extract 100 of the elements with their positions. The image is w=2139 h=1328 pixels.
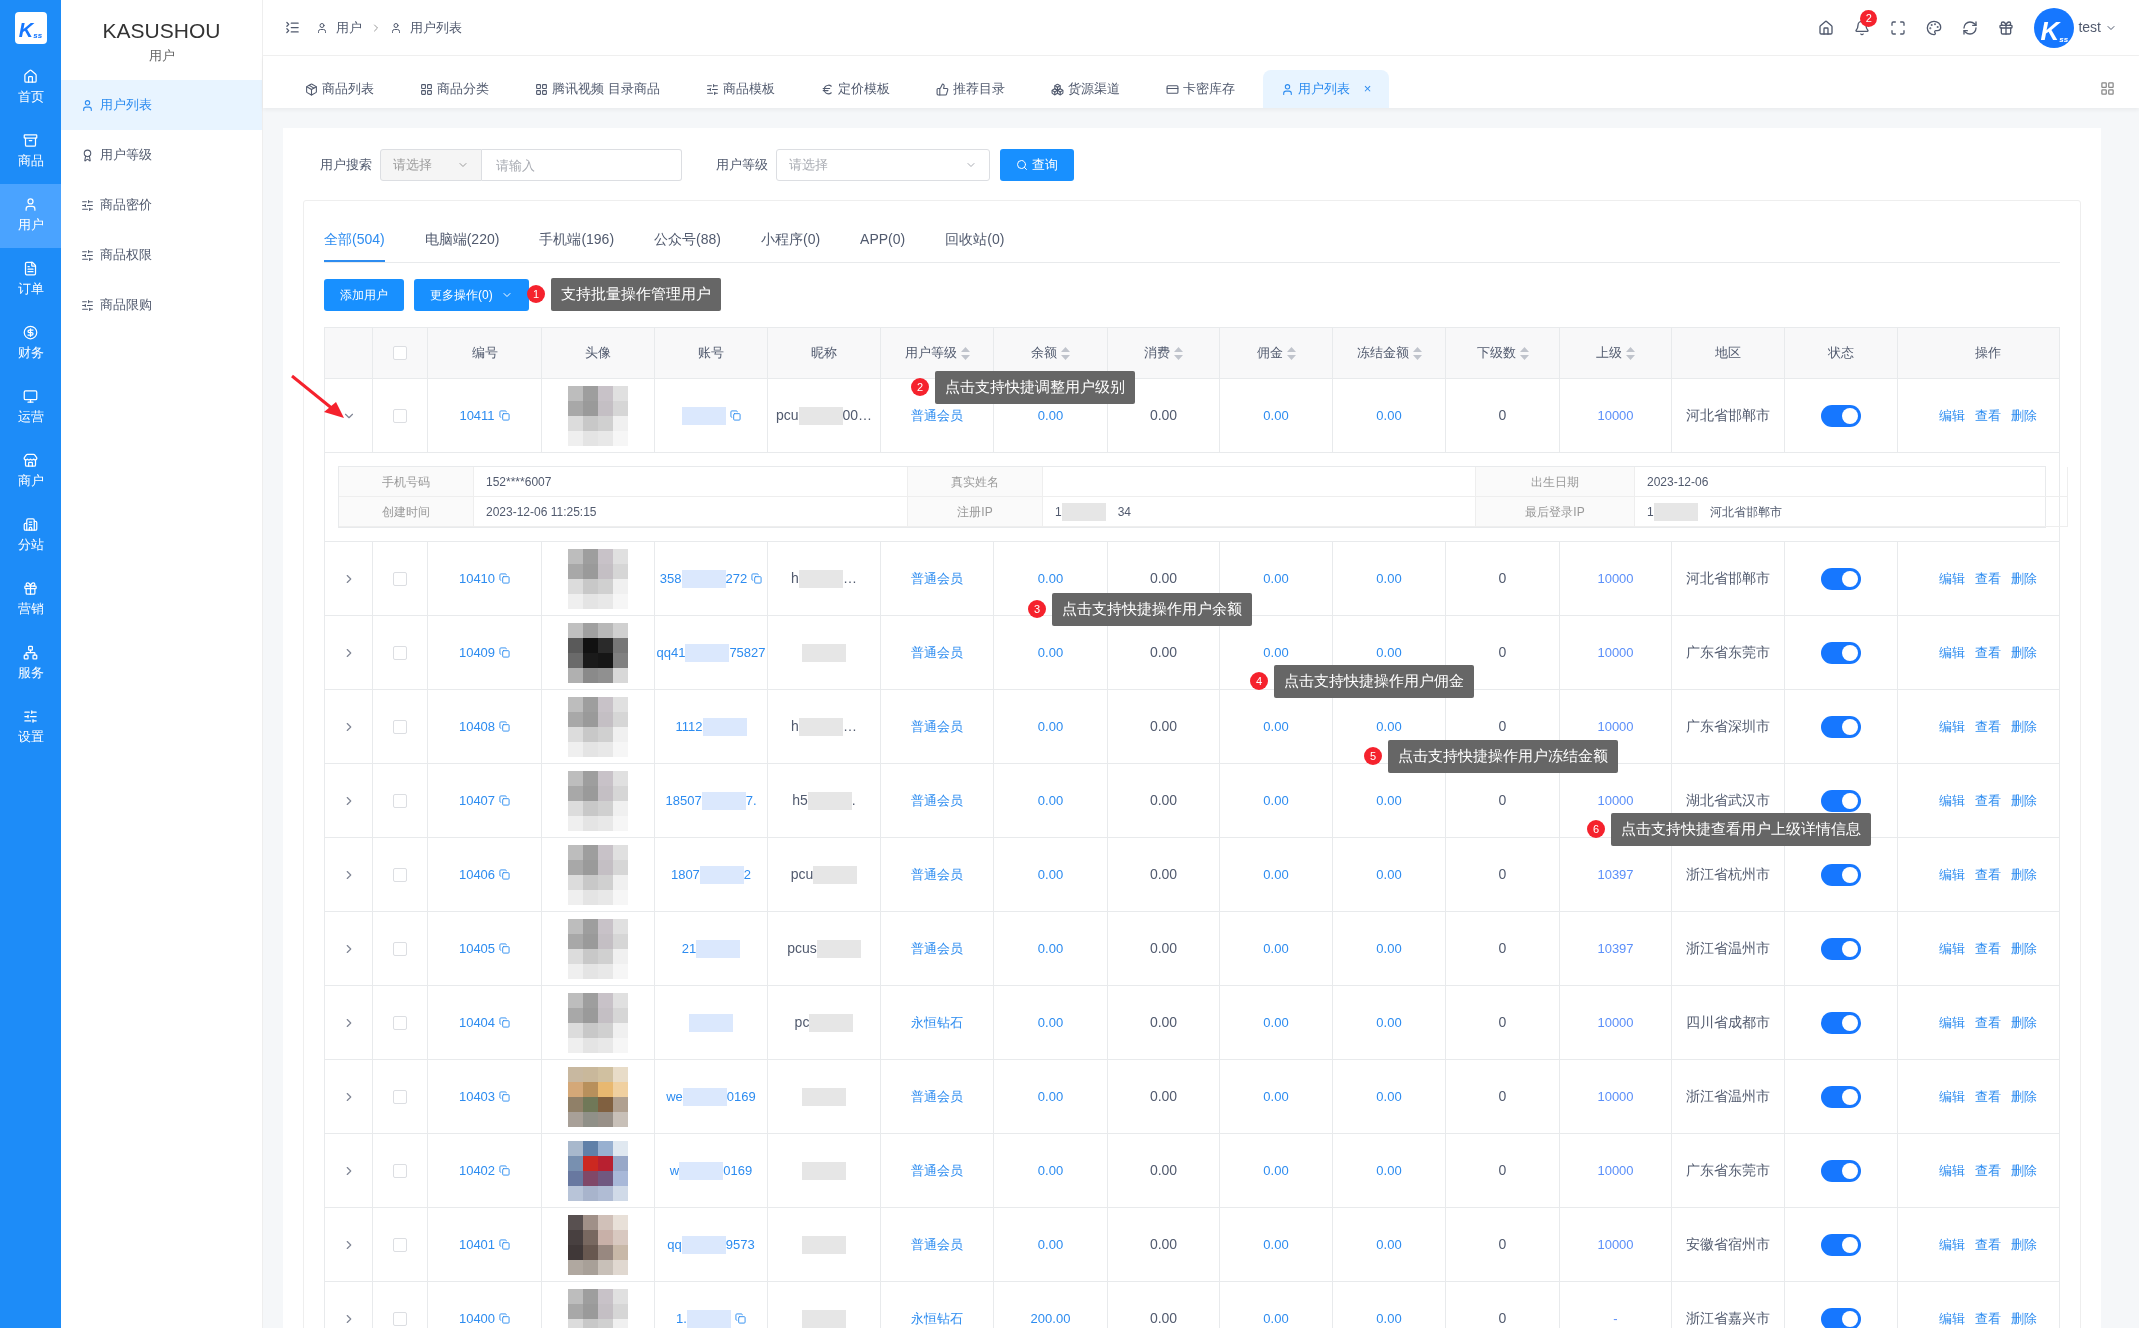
row-action-link[interactable]: 编辑 <box>1939 405 1965 426</box>
commission-link[interactable]: 0.00 <box>1263 405 1289 426</box>
collapse-menu-icon[interactable] <box>285 20 300 35</box>
status-toggle[interactable] <box>1821 567 1861 590</box>
status-toggle[interactable] <box>1821 1233 1861 1256</box>
checkbox[interactable] <box>393 867 407 882</box>
frozen-amount-link[interactable]: 0.00 <box>1376 1160 1402 1181</box>
row-action-link[interactable]: 编辑 <box>1939 1234 1965 1255</box>
commission-link[interactable]: 0.00 <box>1263 1160 1289 1181</box>
rail-item[interactable]: 首页 <box>0 56 61 120</box>
level-link[interactable]: 普通会员 <box>911 1086 963 1107</box>
account-link[interactable]: qq <box>667 1234 682 1255</box>
user-id-link[interactable]: 10402 <box>458 1160 496 1181</box>
rail-item[interactable]: 分站 <box>0 504 61 568</box>
status-toggle[interactable] <box>1821 1307 1861 1328</box>
palette-icon[interactable] <box>1926 19 1943 36</box>
rail-item[interactable]: 财务 <box>0 312 61 376</box>
sort-icon[interactable] <box>1519 346 1529 360</box>
sortable-column-header[interactable]: 下级数 <box>1476 343 1529 363</box>
copy-icon[interactable] <box>498 410 510 421</box>
parent-link[interactable]: 10000 <box>1597 1012 1634 1033</box>
user-id-link[interactable]: 10406 <box>458 864 496 885</box>
parent-link[interactable]: 10000 <box>1597 790 1634 811</box>
parent-link[interactable]: 10000 <box>1597 1086 1634 1107</box>
balance-link[interactable]: 0.00 <box>1037 568 1064 589</box>
level-link[interactable]: 普通会员 <box>911 1160 963 1181</box>
type-select[interactable]: 请选择 <box>380 149 482 181</box>
frozen-amount-link[interactable]: 0.00 <box>1376 1234 1402 1255</box>
copy-icon[interactable] <box>499 943 511 954</box>
account-link[interactable]: 1807 <box>670 864 700 885</box>
row-action-link[interactable]: 编辑 <box>1939 1160 1965 1181</box>
level-link[interactable]: 普通会员 <box>911 716 963 737</box>
parent-link[interactable]: 10000 <box>1597 1234 1634 1255</box>
row-action-link[interactable]: 删除 <box>2011 1086 2037 1107</box>
filter-tab[interactable]: 全部(504) <box>324 229 385 262</box>
status-toggle[interactable] <box>1821 789 1861 812</box>
account-link[interactable]: 2 <box>743 864 752 885</box>
sortable-column-header[interactable]: 冻结金额 <box>1356 343 1422 363</box>
commission-link[interactable]: 0.00 <box>1263 568 1289 589</box>
balance-link[interactable]: 0.00 <box>1037 1160 1064 1181</box>
commission-link[interactable]: 0.00 <box>1263 716 1289 737</box>
balance-link[interactable]: 0.00 <box>1037 716 1064 737</box>
row-action-link[interactable]: 查看 <box>1975 864 2001 885</box>
balance-link[interactable]: 0.00 <box>1037 864 1064 885</box>
row-action-link[interactable]: 删除 <box>2011 864 2037 885</box>
rail-item[interactable]: 商户 <box>0 440 61 504</box>
frozen-amount-link[interactable]: 0.00 <box>1376 716 1402 737</box>
row-action-link[interactable]: 编辑 <box>1939 642 1965 663</box>
page-tab[interactable]: 卡密库存 <box>1147 70 1253 108</box>
account-link[interactable]: 9573 <box>725 1234 755 1255</box>
user-id-link[interactable]: 10408 <box>458 716 496 737</box>
filter-tab[interactable]: 手机端(196) <box>539 229 615 262</box>
user-id-link[interactable]: 10410 <box>458 568 496 589</box>
account-link[interactable]: 1112 <box>675 716 703 737</box>
row-action-link[interactable]: 查看 <box>1975 938 2001 959</box>
balance-link[interactable]: 0.00 <box>1037 1234 1064 1255</box>
frozen-amount-link[interactable]: 0.00 <box>1376 1086 1402 1107</box>
sidebar-item[interactable]: 商品密价 <box>61 180 262 230</box>
balance-link[interactable]: 0.00 <box>1037 1086 1064 1107</box>
tab-close-button[interactable]: × <box>1363 79 1372 99</box>
balance-link[interactable]: 0.00 <box>1037 790 1064 811</box>
row-action-link[interactable]: 编辑 <box>1939 938 1965 959</box>
sort-icon[interactable] <box>1626 346 1635 360</box>
page-tab[interactable]: 商品列表 <box>287 70 392 108</box>
copy-icon[interactable] <box>499 721 511 732</box>
row-action-link[interactable]: 查看 <box>1975 405 2001 426</box>
account-link[interactable]: w <box>669 1160 680 1181</box>
row-action-link[interactable]: 删除 <box>2011 790 2037 811</box>
search-field[interactable]: 请输入 <box>482 149 682 181</box>
row-action-link[interactable]: 查看 <box>1975 1086 2001 1107</box>
copy-icon[interactable] <box>499 573 511 584</box>
sortable-column-header[interactable]: 余额 <box>1031 343 1070 363</box>
row-action-link[interactable]: 查看 <box>1975 1308 2001 1328</box>
row-action-link[interactable]: 编辑 <box>1939 716 1965 737</box>
row-action-link[interactable]: 编辑 <box>1939 568 1965 589</box>
sidebar-item[interactable]: 商品限购 <box>61 280 262 330</box>
sort-icon[interactable] <box>1286 346 1296 360</box>
row-action-link[interactable]: 查看 <box>1975 716 2001 737</box>
status-toggle[interactable] <box>1821 1159 1861 1182</box>
copy-icon[interactable] <box>499 1017 511 1028</box>
more-actions-button[interactable]: 更多操作(0) <box>414 279 529 311</box>
refresh-icon[interactable] <box>1962 19 1979 36</box>
row-action-link[interactable]: 删除 <box>2011 716 2037 737</box>
copy-icon[interactable] <box>729 410 741 421</box>
rail-item[interactable]: 商品 <box>0 120 61 184</box>
row-action-link[interactable]: 查看 <box>1975 568 2001 589</box>
account-link[interactable]: 0169 <box>723 1160 753 1181</box>
copy-icon[interactable] <box>499 1313 511 1324</box>
commission-link[interactable]: 0.00 <box>1263 1086 1289 1107</box>
row-action-link[interactable]: 编辑 <box>1939 1012 1965 1033</box>
account-link[interactable]: 0169 <box>726 1086 756 1107</box>
page-tab[interactable]: 定价模板 <box>802 70 908 108</box>
breadcrumb-link[interactable]: 用户 <box>336 17 362 38</box>
copy-icon[interactable] <box>734 1313 746 1324</box>
rail-item[interactable]: 订单 <box>0 248 61 312</box>
balance-link[interactable]: 0.00 <box>1037 938 1064 959</box>
row-action-link[interactable]: 查看 <box>1975 1160 2001 1181</box>
checkbox[interactable] <box>393 346 407 360</box>
row-action-link[interactable]: 删除 <box>2011 405 2037 426</box>
rail-item[interactable]: 营销 <box>0 568 61 632</box>
